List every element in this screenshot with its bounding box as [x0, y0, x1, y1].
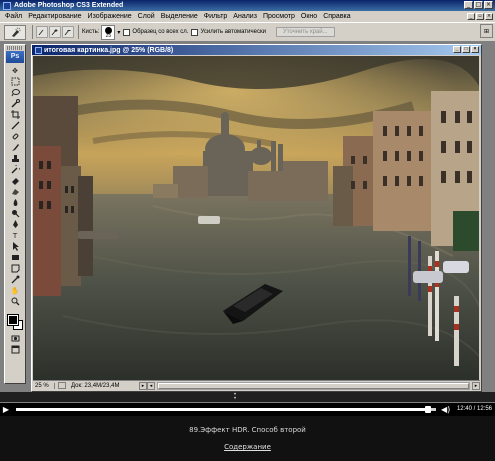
volume-icon[interactable]: ◀): [441, 405, 450, 414]
blur-tool-icon[interactable]: [6, 197, 24, 208]
menu-view[interactable]: Просмотр: [260, 13, 298, 20]
app-title-bar: Adobe Photoshop CS3 Extended _ □ ×: [0, 0, 495, 11]
document-window: итоговая картинка.jpg @ 25% (RGB/8) _ □ …: [31, 44, 482, 392]
menu-select[interactable]: Выделение: [158, 13, 201, 20]
add-to-selection-icon[interactable]: [49, 26, 61, 38]
document-title: итоговая картинка.jpg @ 25% (RGB/8): [44, 46, 174, 54]
sample-all-layers-checkbox[interactable]: [123, 28, 131, 36]
doc-restore-button[interactable]: ▫: [476, 13, 484, 20]
screen-mode-icon[interactable]: [6, 344, 24, 355]
scroll-right-icon[interactable]: ▸: [472, 381, 480, 390]
zoom-tool-icon[interactable]: [6, 296, 24, 307]
slice-tool-icon[interactable]: [6, 120, 24, 131]
minimize-button[interactable]: _: [464, 1, 473, 9]
document-status-bar: 25 % Док: 23,4M/23,4M ▸ ◂ ▸: [33, 380, 480, 390]
document-icon: [35, 46, 42, 54]
video-player-controls: ▶ ◀) 12:40 / 12:56: [0, 403, 495, 416]
photoshop-app-icon: [3, 1, 11, 10]
doc-size-info: Док: 23,4M/23,4M: [71, 382, 120, 389]
playback-time: 12:40 / 12:56: [456, 406, 492, 412]
brush-tool-icon[interactable]: [6, 142, 24, 153]
venice-hdr-photo: [33, 56, 479, 380]
healing-brush-tool-icon[interactable]: [6, 131, 24, 142]
menu-analysis[interactable]: Анализ: [230, 13, 260, 20]
horizontal-scrollbar[interactable]: [157, 381, 470, 390]
hand-tool-icon[interactable]: ✋: [6, 285, 24, 296]
tool-preset-picker[interactable]: [4, 24, 26, 40]
shape-tool-icon[interactable]: [6, 252, 24, 263]
clone-stamp-tool-icon[interactable]: [6, 153, 24, 164]
contents-link[interactable]: Содержание: [0, 443, 495, 451]
notes-tool-icon[interactable]: [6, 263, 24, 274]
doc-close-button[interactable]: ×: [485, 13, 493, 20]
progress-fill: [16, 408, 428, 411]
status-menu-arrow-icon[interactable]: ▸: [139, 381, 147, 390]
play-button[interactable]: ▶: [0, 404, 12, 416]
color-swatches[interactable]: [6, 310, 24, 330]
new-selection-icon[interactable]: [36, 26, 48, 38]
menu-image[interactable]: Изображение: [85, 13, 135, 20]
document-maximize-button[interactable]: □: [462, 46, 470, 53]
brush-label: Кисть:: [82, 29, 100, 35]
player-splitter[interactable]: • •: [0, 392, 495, 402]
quick-selection-tool-icon[interactable]: [6, 98, 24, 109]
document-title-bar[interactable]: итоговая картинка.jpg @ 25% (RGB/8) _ □ …: [32, 45, 481, 55]
document-close-button[interactable]: ×: [471, 46, 479, 53]
dodge-tool-icon[interactable]: [6, 208, 24, 219]
menu-edit[interactable]: Редактирование: [25, 13, 84, 20]
foreground-color-swatch[interactable]: [7, 314, 19, 326]
quick-selection-icon: [11, 27, 20, 37]
palette-well-icon[interactable]: ⊞: [480, 24, 493, 38]
move-tool-icon[interactable]: ✥: [6, 65, 24, 76]
lasso-tool-icon[interactable]: [6, 87, 24, 98]
eraser-tool-icon[interactable]: [6, 175, 24, 186]
marquee-tool-icon[interactable]: [6, 76, 24, 87]
progress-knob[interactable]: [424, 406, 431, 413]
eyedropper-tool-icon[interactable]: [6, 274, 24, 285]
menu-bar: Файл Редактирование Изображение Слой Выд…: [0, 11, 495, 22]
type-tool-icon[interactable]: T: [6, 230, 24, 241]
scrollbar-thumb[interactable]: [158, 382, 469, 389]
quick-mask-icon[interactable]: [6, 333, 24, 344]
image-canvas[interactable]: [33, 56, 479, 380]
zoom-menu-icon[interactable]: [58, 382, 66, 389]
toolbox-grip[interactable]: [7, 46, 23, 50]
pen-tool-icon[interactable]: [6, 219, 24, 230]
splitter-grip-icon[interactable]: • •: [232, 392, 238, 402]
crop-tool-icon[interactable]: [6, 109, 24, 120]
refine-edge-button[interactable]: Уточнить край...: [275, 27, 335, 37]
sample-all-layers-label: Образец со всех сл.: [132, 29, 189, 35]
brush-picker[interactable]: 25: [101, 24, 116, 40]
scroll-left-icon[interactable]: ◂: [147, 381, 155, 390]
menu-window[interactable]: Окно: [298, 13, 320, 20]
menu-help[interactable]: Справка: [320, 13, 353, 20]
menu-filter[interactable]: Фильтр: [201, 13, 231, 20]
maximize-button[interactable]: □: [474, 1, 483, 9]
ps-logo: Ps: [6, 51, 24, 63]
brush-dropdown-arrow-icon[interactable]: ▾: [117, 29, 120, 36]
lesson-caption: 89.Эффект HDR. Способ второй: [189, 426, 306, 434]
auto-enhance-checkbox[interactable]: [191, 28, 199, 36]
caption-area: 89.Эффект HDR. Способ второй Содержание: [0, 416, 495, 461]
options-bar: Кисть: 25 ▾ Образец со всех сл. Усилить …: [0, 22, 495, 42]
subtract-from-selection-icon[interactable]: [62, 26, 74, 38]
document-minimize-button[interactable]: _: [453, 46, 461, 53]
menu-file[interactable]: Файл: [2, 13, 25, 20]
brush-size: 25: [105, 32, 112, 39]
history-brush-tool-icon[interactable]: [6, 164, 24, 175]
close-button[interactable]: ×: [484, 1, 493, 9]
doc-minimize-button[interactable]: _: [467, 13, 475, 20]
playback-progress-bar[interactable]: [16, 406, 436, 413]
zoom-level[interactable]: 25 %: [33, 382, 55, 389]
path-selection-tool-icon[interactable]: [6, 241, 24, 252]
menu-layer[interactable]: Слой: [135, 13, 158, 20]
toolbox: Ps ✥ T ✋: [4, 44, 26, 384]
gradient-tool-icon[interactable]: [6, 186, 24, 197]
auto-enhance-label: Усилить автоматически: [200, 29, 266, 35]
app-title: Adobe Photoshop CS3 Extended: [14, 2, 124, 9]
